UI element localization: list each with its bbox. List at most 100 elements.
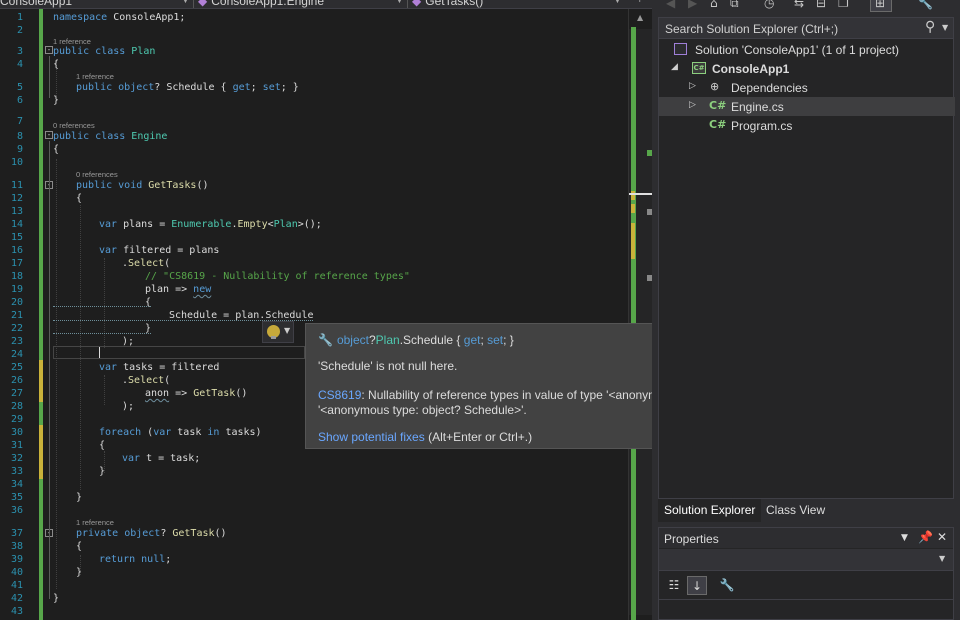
error-code-link[interactable]: CS8619 bbox=[318, 388, 361, 402]
line-number: 23 bbox=[10, 336, 23, 347]
expand-arrow-icon[interactable]: ◢ bbox=[671, 62, 678, 72]
line-number: 20 bbox=[10, 297, 23, 308]
member-label: GetTasks() bbox=[425, 0, 484, 8]
signature-punct: ; } bbox=[503, 333, 514, 347]
collapse-arrow-icon[interactable]: ▷ bbox=[689, 100, 696, 110]
member-dropdown[interactable]: ◆ GetTasks() bbox=[412, 0, 483, 8]
show-fixes-link[interactable]: Show potential fixes bbox=[318, 430, 425, 444]
object-selector[interactable]: ▼ bbox=[659, 549, 953, 571]
code-line: var filtered = plans bbox=[99, 245, 220, 256]
code-line: var t = task; bbox=[122, 453, 201, 464]
nav-divider bbox=[193, 0, 194, 8]
sync-icon[interactable]: ⇆ bbox=[794, 0, 804, 10]
editor-vertical-scrollbar[interactable]: ▲ bbox=[628, 9, 653, 620]
property-pages-icon[interactable]: 🔧 bbox=[717, 576, 737, 595]
solution-explorer-search[interactable]: Search Solution Explorer (Ctrl+;) ⚲ ▼ bbox=[658, 17, 954, 39]
code-line: { bbox=[76, 193, 83, 204]
chevron-down-icon[interactable]: ▼ bbox=[942, 23, 948, 32]
code-line: public void GetTasks() bbox=[76, 180, 209, 191]
chevron-down-icon[interactable]: ▼ bbox=[614, 0, 621, 5]
line-number: 22 bbox=[10, 323, 23, 334]
show-all-files-icon[interactable]: ❐ bbox=[838, 0, 849, 10]
chevron-down-icon[interactable]: ▼ bbox=[939, 554, 945, 563]
diagnostic-underline bbox=[53, 333, 151, 334]
tree-item-label: Dependencies bbox=[731, 81, 808, 95]
tab-class-view[interactable]: Class View bbox=[760, 499, 831, 522]
pending-changes-icon[interactable]: ◷ bbox=[764, 0, 774, 10]
line-number: 13 bbox=[10, 206, 23, 217]
line-number: 39 bbox=[10, 554, 23, 565]
code-line: } bbox=[76, 567, 83, 578]
properties-divider bbox=[659, 599, 953, 600]
chevron-down-icon: ▼ bbox=[284, 326, 291, 335]
line-number: 12 bbox=[10, 193, 23, 204]
wrench-icon[interactable]: 🔧 bbox=[918, 0, 933, 10]
signature-nullable: ? bbox=[368, 333, 376, 347]
project-dropdown[interactable]: ConsoleApp1 bbox=[0, 0, 72, 8]
collapse-arrow-icon[interactable]: ▷ bbox=[689, 81, 696, 91]
tree-item-project[interactable]: ◢ C# ConsoleApp1 bbox=[659, 59, 955, 78]
line-number: 34 bbox=[10, 479, 23, 490]
code-line: foreach (var task in tasks) bbox=[99, 427, 262, 438]
tree-item-file[interactable]: ▷ C# Engine.cs bbox=[659, 97, 955, 116]
forward-icon[interactable]: ▶ bbox=[688, 0, 697, 10]
line-number: 16 bbox=[10, 245, 23, 256]
line-number: 24 bbox=[10, 349, 23, 360]
tree-item-dependencies[interactable]: ▷ ⊕ Dependencies bbox=[659, 78, 955, 97]
chevron-down-icon[interactable]: ▼ bbox=[396, 0, 403, 5]
back-icon[interactable]: ◀ bbox=[666, 0, 675, 10]
tree-item-label: Engine.cs bbox=[731, 100, 784, 114]
alphabetical-icon[interactable]: ↓ bbox=[687, 576, 707, 595]
code-line: return null; bbox=[99, 554, 172, 565]
line-number: 21 bbox=[10, 310, 23, 321]
collapse-toggle[interactable]: - bbox=[45, 131, 53, 139]
line-number: 38 bbox=[10, 541, 23, 552]
scrollbar-thumb[interactable] bbox=[629, 193, 653, 195]
collapse-toggle[interactable]: - bbox=[45, 46, 53, 54]
indent-guide bbox=[56, 159, 57, 589]
nav-divider bbox=[407, 0, 408, 8]
line-number: 5 bbox=[16, 82, 23, 93]
home-icon[interactable]: ⌂ bbox=[710, 0, 718, 10]
code-editor[interactable]: ConsoleApp1 ▼ ◆ ConsoleApp1.Engine ▼ ◆ Get… bbox=[0, 0, 952, 620]
dependencies-icon: ⊕ bbox=[710, 80, 720, 93]
tree-item-file[interactable]: C# Program.cs bbox=[659, 116, 955, 135]
close-icon[interactable]: ✕ bbox=[937, 530, 947, 544]
type-dropdown[interactable]: ◆ ConsoleApp1.Engine bbox=[198, 0, 324, 8]
line-number: 28 bbox=[10, 401, 23, 412]
tool-window-pane: ◀ ▶ ⌂ ⧉ ◷ ⇆ ⊟ ❐ ⊞ 🔧 Search Solution Expl… bbox=[652, 0, 960, 620]
tab-solution-explorer[interactable]: Solution Explorer bbox=[658, 499, 762, 522]
line-number: 17 bbox=[10, 258, 23, 269]
line-number: 41 bbox=[10, 580, 23, 591]
indent-guide bbox=[104, 258, 105, 348]
tree-item-solution[interactable]: Solution 'ConsoleApp1' (1 of 1 project) bbox=[659, 40, 955, 59]
tool-window-tabs: Solution Explorer Class View bbox=[658, 498, 954, 522]
line-number: 26 bbox=[10, 375, 23, 386]
pin-icon[interactable]: 📌 bbox=[918, 530, 933, 544]
code-line: public class Plan bbox=[53, 46, 156, 57]
window-menu-icon[interactable]: ▼ bbox=[901, 533, 908, 543]
code-line: } bbox=[53, 593, 60, 604]
scroll-up-icon[interactable]: ▲ bbox=[637, 13, 643, 22]
signature-type[interactable]: object bbox=[337, 333, 369, 347]
properties-header: Properties ▼ 📌 ✕ bbox=[659, 528, 953, 548]
categorized-icon[interactable]: ☷ bbox=[664, 576, 684, 595]
properties-title: Properties bbox=[664, 532, 719, 546]
signature-get: get bbox=[463, 333, 481, 347]
search-icon[interactable]: ⚲ bbox=[925, 19, 935, 35]
quick-actions-button[interactable]: ▼ bbox=[262, 321, 294, 343]
line-number: 2 bbox=[16, 25, 23, 36]
switch-views-icon[interactable]: ⧉ bbox=[730, 0, 739, 11]
collapse-all-icon[interactable]: ⊟ bbox=[816, 0, 826, 10]
chevron-down-icon[interactable]: ▼ bbox=[182, 0, 189, 5]
line-number: 43 bbox=[10, 606, 23, 617]
add-split-icon[interactable]: + bbox=[636, 0, 644, 5]
line-number: 40 bbox=[10, 567, 23, 578]
signature-class[interactable]: Plan bbox=[376, 333, 400, 347]
line-number: 4 bbox=[16, 59, 23, 70]
search-input[interactable]: Search Solution Explorer (Ctrl+;) bbox=[665, 22, 838, 36]
tree-item-label: ConsoleApp1 bbox=[712, 62, 790, 76]
symbol-signature: 🔧 object?Plan.Schedule { get; set; } bbox=[318, 333, 514, 347]
text-caret bbox=[99, 347, 100, 358]
code-comment: // "CS8619 - Nullability of reference ty… bbox=[145, 271, 410, 282]
